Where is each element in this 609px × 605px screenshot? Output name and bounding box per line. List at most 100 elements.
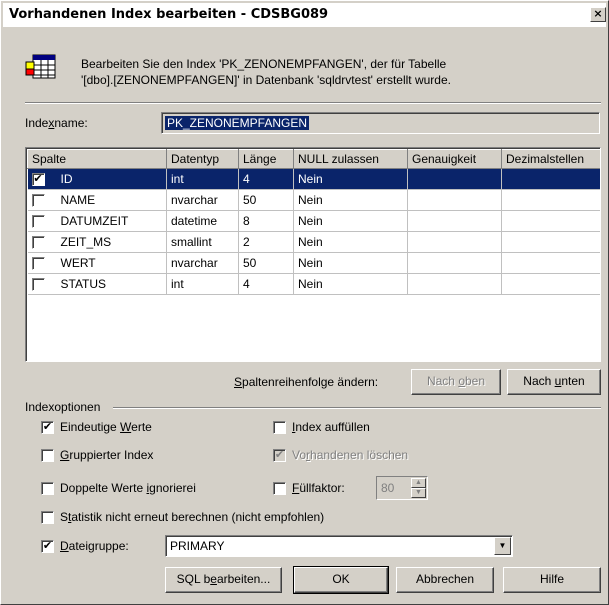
ignore-dup-option[interactable]: Doppelte Werte ignorierei: [41, 480, 196, 496]
laenge-cell: 50: [238, 189, 294, 211]
clustered-label: Gruppierter Index: [60, 448, 154, 462]
table-row[interactable]: DATUMZEIT datetime 8 Nein: [27, 210, 600, 232]
no-recompute-checkbox[interactable]: [41, 510, 54, 524]
datentyp-cell: datetime: [166, 210, 239, 232]
null-cell: Nein: [293, 168, 408, 190]
column-checkbox[interactable]: [31, 236, 45, 250]
pad-index-checkbox[interactable]: [273, 420, 286, 434]
column-header-spalte[interactable]: Spalte: [27, 149, 167, 169]
clustered-option[interactable]: Gruppierter Index: [41, 447, 153, 463]
move-up-button[interactable]: Nach oben: [411, 369, 501, 395]
ignore-dup-checkbox[interactable]: [41, 481, 54, 495]
null-cell: Nein: [293, 231, 408, 253]
dezimalstellen-cell: [501, 189, 600, 211]
unique-label: Eindeutige Werte: [60, 420, 152, 434]
dezimalstellen-cell: [501, 168, 600, 190]
move-down-button[interactable]: Nach unten: [507, 369, 601, 395]
chevron-down-icon[interactable]: ▼: [494, 537, 511, 555]
unique-option[interactable]: ✔ Eindeutige Werte: [41, 419, 152, 435]
column-checkbox[interactable]: [31, 194, 45, 208]
title-bar[interactable]: Vorhandenen Index bearbeiten - CDSBG089 …: [3, 3, 606, 27]
column-checkbox[interactable]: ✔: [31, 173, 45, 187]
datentyp-cell: smallint: [166, 231, 239, 253]
ignore-dup-label: Doppelte Werte ignorierei: [60, 481, 196, 495]
genauigkeit-cell: [407, 273, 502, 295]
spalte-cell: ✔ ID: [27, 168, 167, 190]
spalte-cell: NAME: [27, 189, 167, 211]
description-line-2: '[dbo].[ZENONEMPFANGEN]' in Datenbank 's…: [81, 73, 451, 87]
column-header-dezimalstellen[interactable]: Dezimalstellen: [501, 149, 600, 169]
cancel-button[interactable]: Abbrechen: [396, 567, 494, 593]
drop-existing-checkbox: ✔: [273, 447, 286, 462]
laenge-cell: 4: [238, 168, 294, 190]
fill-factor-checkbox[interactable]: [273, 481, 286, 495]
genauigkeit-cell: [407, 210, 502, 232]
null-cell: Nein: [293, 189, 408, 211]
no-recompute-option[interactable]: Statistik nicht erneut berechnen (nicht …: [41, 509, 324, 525]
datentyp-cell: int: [166, 273, 239, 295]
null-cell: Nein: [293, 273, 408, 295]
columns-table: Spalte Datentyp Länge NULL zulassen Gena…: [27, 149, 600, 295]
edit-index-dialog: Vorhandenen Index bearbeiten - CDSBG089 …: [0, 0, 609, 605]
spinner-arrows[interactable]: ▲ ▼: [411, 478, 426, 498]
filegroup-value: PRIMARY: [170, 539, 225, 553]
help-button[interactable]: Hilfe: [503, 567, 601, 593]
filegroup-option[interactable]: ✔ Dateigruppe:: [41, 538, 129, 554]
dezimalstellen-cell: [501, 273, 600, 295]
spalte-cell: WERT: [27, 252, 167, 274]
laenge-cell: 8: [238, 210, 294, 232]
pad-index-label: Index auffüllen: [292, 420, 370, 434]
description-line-1: Bearbeiten Sie den Index 'PK_ZENONEMPFAN…: [81, 57, 447, 71]
close-button[interactable]: ×: [590, 7, 606, 22]
pad-index-option[interactable]: Index auffüllen: [273, 419, 370, 435]
no-recompute-label: Statistik nicht erneut berechnen (nicht …: [60, 510, 325, 524]
fill-factor-spinner[interactable]: 80 ▲ ▼: [376, 476, 428, 500]
column-checkbox[interactable]: [31, 278, 45, 292]
columns-grid[interactable]: Spalte Datentyp Länge NULL zulassen Gena…: [25, 147, 601, 362]
genauigkeit-cell: [407, 231, 502, 253]
dezimalstellen-cell: [501, 231, 600, 253]
window-title: Vorhandenen Index bearbeiten - CDSBG089: [9, 7, 329, 22]
edit-sql-button[interactable]: SQL bearbeiten...: [165, 567, 282, 593]
laenge-cell: 2: [238, 231, 294, 253]
dezimalstellen-cell: [501, 252, 600, 274]
index-table-icon: [25, 54, 57, 80]
laenge-cell: 4: [238, 273, 294, 295]
fill-factor-value: 80: [381, 481, 395, 495]
datentyp-cell: nvarchar: [166, 189, 239, 211]
table-row[interactable]: ✔ ID int 4 Nein: [27, 168, 600, 190]
filegroup-select[interactable]: PRIMARY ▼: [165, 535, 513, 557]
drop-existing-option: ✔ Vorhandenen löschen: [273, 447, 408, 463]
filegroup-checkbox[interactable]: ✔: [41, 539, 54, 553]
filegroup-label: Dateigruppe:: [60, 539, 129, 553]
separator: [25, 102, 601, 104]
index-name-field[interactable]: PK_ZENONEMPFANGEN: [161, 112, 600, 134]
column-header-genauigkeit[interactable]: Genauigkeit: [407, 149, 502, 169]
laenge-cell: 50: [238, 252, 294, 274]
table-row[interactable]: STATUS int 4 Nein: [27, 273, 600, 295]
column-checkbox[interactable]: [31, 215, 45, 229]
dezimalstellen-cell: [501, 210, 600, 232]
datentyp-cell: nvarchar: [166, 252, 239, 274]
table-row[interactable]: WERT nvarchar 50 Nein: [27, 252, 600, 274]
column-header-laenge[interactable]: Länge: [238, 149, 294, 169]
fill-factor-option[interactable]: Füllfaktor:: [273, 480, 345, 496]
index-options-label: Indexoptionen: [25, 400, 101, 414]
ok-button[interactable]: OK: [293, 566, 389, 594]
spin-up-icon[interactable]: ▲: [411, 478, 426, 488]
null-cell: Nein: [293, 252, 408, 274]
spalte-cell: DATUMZEIT: [27, 210, 167, 232]
reorder-label: Spaltenreihenfolge ändern:: [234, 375, 379, 389]
table-row[interactable]: ZEIT_MS smallint 2 Nein: [27, 231, 600, 253]
clustered-checkbox[interactable]: [41, 448, 54, 462]
column-header-null[interactable]: NULL zulassen: [293, 149, 408, 169]
fill-factor-label: Füllfaktor:: [292, 481, 345, 495]
column-header-datentyp[interactable]: Datentyp: [166, 149, 239, 169]
spin-down-icon[interactable]: ▼: [411, 488, 426, 498]
options-separator: [113, 407, 601, 409]
column-checkbox[interactable]: [31, 257, 45, 271]
table-row[interactable]: NAME nvarchar 50 Nein: [27, 189, 600, 211]
null-cell: Nein: [293, 210, 408, 232]
drop-existing-label: Vorhandenen löschen: [292, 448, 409, 462]
unique-checkbox[interactable]: ✔: [41, 420, 54, 434]
